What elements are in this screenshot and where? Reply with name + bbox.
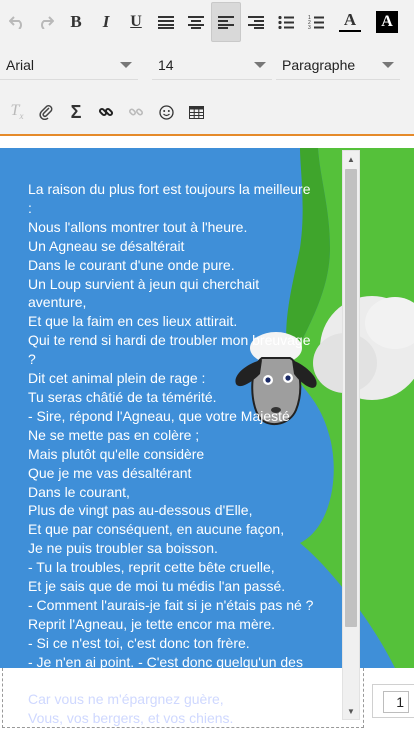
text-line: ? bbox=[28, 351, 36, 368]
scroll-down-arrow-icon[interactable]: ▼ bbox=[343, 705, 359, 717]
text-line: Dans le courant, bbox=[28, 483, 130, 500]
table-button[interactable] bbox=[181, 92, 211, 132]
editor-content-area[interactable]: La raison du plus fort est toujours la m… bbox=[0, 148, 414, 732]
text-line: Et je sais que de moi tu médis l'an pass… bbox=[28, 578, 286, 595]
remove-link-button[interactable] bbox=[121, 92, 151, 132]
text-color-icon: A bbox=[339, 11, 361, 32]
emoji-button[interactable] bbox=[151, 92, 181, 132]
align-right-icon bbox=[248, 15, 264, 29]
font-size-select[interactable]: 14 bbox=[152, 50, 272, 80]
text-line: Nous l'allons montrer tout à l'heure. bbox=[28, 218, 248, 235]
unlink-icon bbox=[128, 108, 144, 116]
formula-button[interactable]: Σ bbox=[61, 92, 91, 132]
text-line: aventure, bbox=[28, 294, 87, 311]
text-line: - Comment l'aurais-je fait si je n'étais… bbox=[28, 596, 314, 613]
text-line: Que je me vas désaltérant bbox=[28, 464, 192, 481]
link-icon bbox=[98, 107, 114, 117]
document-text[interactable]: La raison du plus fort est toujours la m… bbox=[28, 180, 318, 728]
italic-icon: I bbox=[102, 12, 110, 31]
scroll-up-arrow-icon[interactable]: ▲ bbox=[343, 153, 359, 165]
bold-button[interactable]: B bbox=[61, 2, 91, 42]
underline-icon: U bbox=[130, 13, 142, 30]
text-line: Un Agneau se désaltérait bbox=[28, 237, 185, 254]
font-size-value: 14 bbox=[158, 57, 174, 73]
text-line: Plus de vingt pas au-dessous d'Elle, bbox=[28, 502, 253, 519]
align-center-button[interactable] bbox=[181, 2, 211, 42]
redo-button[interactable] bbox=[31, 2, 61, 42]
page-number-panel: 1 bbox=[372, 684, 414, 718]
align-right-button[interactable] bbox=[241, 2, 271, 42]
align-left-button[interactable] bbox=[211, 2, 241, 42]
undo-icon bbox=[9, 16, 22, 29]
background-color-icon: A bbox=[376, 11, 398, 33]
text-color-button[interactable]: A bbox=[335, 2, 365, 42]
text-line: Je ne puis troubler sa boisson. bbox=[28, 540, 218, 557]
table-icon bbox=[188, 105, 204, 119]
block-format-select[interactable]: Paragraphe bbox=[276, 50, 400, 80]
text-line: Un Loup survient à jeun qui cherchait bbox=[28, 275, 260, 292]
toolbar-row-formatting: B I U 123 A A bbox=[0, 0, 414, 44]
numbered-list-button[interactable]: 123 bbox=[301, 2, 331, 42]
chevron-down-icon bbox=[254, 62, 266, 68]
text-line: Et que par conséquent, en aucune façon, bbox=[28, 521, 285, 538]
editor-toolbar: B I U 123 A A Arial 14 Paragraphe Tx Σ bbox=[0, 0, 414, 136]
smiley-icon bbox=[158, 104, 174, 120]
insert-link-button[interactable] bbox=[91, 92, 121, 132]
text-line: Reprit l'Agneau, je tette encor ma mère. bbox=[28, 615, 276, 632]
chevron-down-icon bbox=[120, 62, 132, 68]
svg-text:3: 3 bbox=[308, 25, 311, 29]
text-line: : bbox=[28, 199, 32, 216]
bullet-list-icon bbox=[278, 15, 294, 29]
text-line: Dit cet animal plein de rage : bbox=[28, 370, 206, 387]
italic-button[interactable]: I bbox=[91, 2, 121, 42]
page-number-input[interactable]: 1 bbox=[383, 691, 409, 713]
text-line: Ne se mette pas en colère ; bbox=[28, 426, 200, 443]
align-justify-icon bbox=[158, 15, 174, 29]
font-family-value: Arial bbox=[6, 57, 35, 73]
chevron-down-icon bbox=[382, 62, 394, 68]
toolbar-row-insert: Tx Σ bbox=[0, 92, 414, 132]
text-line: Mais plutôt qu'elle considère bbox=[28, 445, 205, 462]
clear-format-icon: Tx bbox=[10, 102, 24, 122]
align-left-icon bbox=[218, 15, 234, 29]
bold-icon: B bbox=[70, 12, 82, 31]
text-line: Et que la faim en ces lieux attirait. bbox=[28, 313, 238, 330]
paperclip-icon bbox=[39, 105, 53, 120]
bullet-list-button[interactable] bbox=[271, 2, 301, 42]
vertical-scrollbar[interactable]: ▲ ▼ bbox=[342, 150, 360, 720]
text-line: - Si ce n'est toi, c'est donc ton frère. bbox=[28, 634, 250, 651]
redo-icon bbox=[41, 16, 54, 29]
align-center-icon bbox=[188, 15, 204, 29]
undo-button[interactable] bbox=[2, 2, 32, 42]
text-line: La raison du plus fort est toujours la m… bbox=[28, 181, 311, 197]
text-line: - Tu la troubles, reprit cette bête crue… bbox=[28, 559, 275, 576]
scrollbar-thumb[interactable] bbox=[345, 169, 357, 627]
sigma-icon: Σ bbox=[70, 101, 82, 122]
font-family-select[interactable]: Arial bbox=[0, 50, 138, 80]
text-line: Tu seras châtié de ta témérité. bbox=[28, 388, 217, 405]
text-line: - Sire, répond l'Agneau, que votre Majes… bbox=[28, 407, 290, 424]
text-line: Qui te rend si hardi de troubler mon bre… bbox=[28, 332, 311, 349]
clear-format-button[interactable]: Tx bbox=[2, 92, 32, 132]
background-color-button[interactable]: A bbox=[372, 2, 402, 42]
text-line: Dans le courant d'une onde pure. bbox=[28, 256, 235, 273]
toolbar-row-selects: Arial 14 Paragraphe bbox=[0, 50, 414, 80]
page-boundary bbox=[2, 668, 364, 728]
underline-button[interactable]: U bbox=[121, 2, 151, 42]
numbered-list-icon: 123 bbox=[308, 15, 324, 29]
justify-button[interactable] bbox=[151, 2, 181, 42]
attachment-button[interactable] bbox=[31, 92, 61, 132]
block-format-value: Paragraphe bbox=[282, 57, 356, 73]
